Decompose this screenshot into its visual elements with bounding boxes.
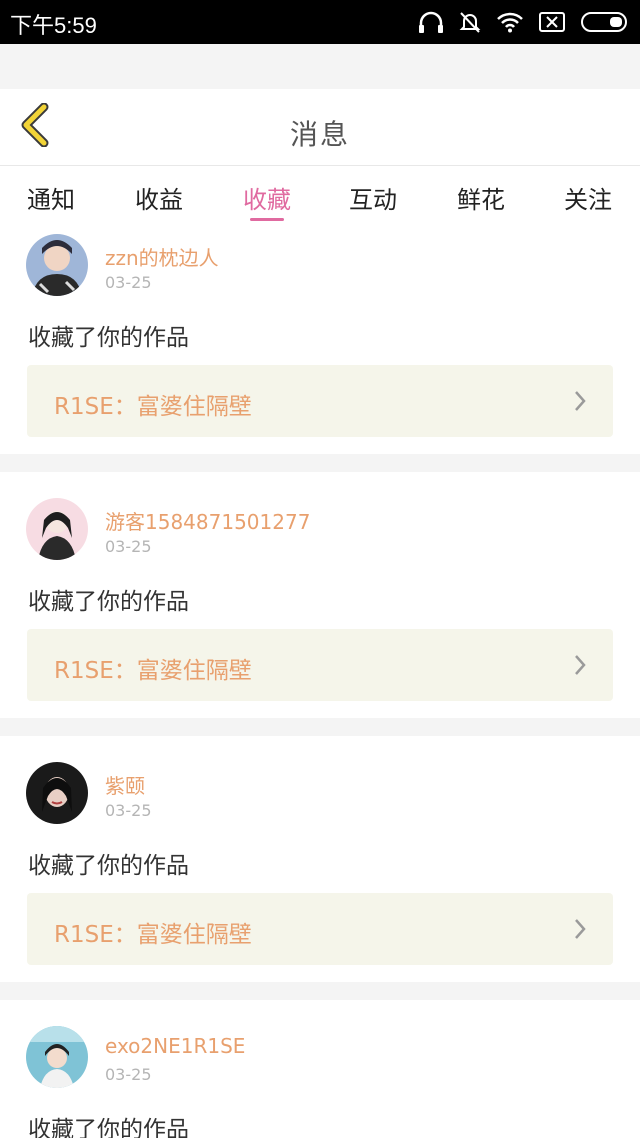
username[interactable]: exo2NE1R1SE: [105, 1034, 245, 1058]
date: 03-25: [105, 537, 152, 556]
date: 03-25: [105, 273, 152, 292]
username[interactable]: 紫颐: [105, 770, 145, 799]
notification-card: zzn的枕边人 03-25 收藏了你的作品 R1SE：富婆住隔壁: [0, 232, 640, 454]
tab-favorites[interactable]: 收藏: [222, 180, 312, 220]
avatar[interactable]: [26, 234, 88, 296]
action-text: 收藏了你的作品: [28, 589, 189, 615]
tab-earnings[interactable]: 收益: [114, 180, 204, 220]
avatar[interactable]: [26, 762, 88, 824]
notification-card: 紫颐 03-25 收藏了你的作品 R1SE：富婆住隔壁: [0, 736, 640, 982]
avatar[interactable]: [26, 498, 88, 560]
date: 03-25: [105, 1065, 152, 1084]
chevron-right-icon: [573, 917, 587, 945]
sim-off-icon: [538, 11, 566, 33]
tab-bar: 通知 收益 收藏 互动 鲜花 关注: [0, 166, 640, 232]
headphones-icon: [418, 10, 444, 34]
work-link[interactable]: R1SE：富婆住隔壁: [27, 893, 613, 965]
username[interactable]: 游客1584871501277: [105, 506, 310, 535]
bell-off-icon: [458, 10, 482, 34]
work-title: R1SE：富婆住隔壁: [54, 394, 252, 420]
tab-follow[interactable]: 关注: [543, 180, 633, 220]
status-bar: 下午5:59: [0, 0, 640, 44]
status-icons: [404, 8, 630, 36]
action-text: 收藏了你的作品: [28, 853, 189, 879]
status-time: 下午5:59: [10, 13, 97, 38]
notification-card: exo2NE1R1SE 03-25 收藏了你的作品: [0, 1000, 640, 1138]
action-text: 收藏了你的作品: [28, 1117, 189, 1138]
active-tab-indicator: [250, 218, 284, 221]
work-title: R1SE：富婆住隔壁: [54, 658, 252, 684]
header: 消息: [0, 89, 640, 166]
tab-notice[interactable]: 通知: [6, 180, 96, 220]
notification-card: 游客1584871501277 03-25 收藏了你的作品 R1SE：富婆住隔壁: [0, 472, 640, 718]
avatar[interactable]: [26, 1026, 88, 1088]
work-link[interactable]: R1SE：富婆住隔壁: [27, 629, 613, 701]
tab-interaction[interactable]: 互动: [328, 180, 418, 220]
chevron-right-icon: [573, 653, 587, 681]
chevron-right-icon: [573, 389, 587, 417]
action-text: 收藏了你的作品: [28, 325, 189, 351]
top-spacer: [0, 44, 640, 89]
battery-icon: [580, 11, 630, 33]
tab-flowers[interactable]: 鲜花: [436, 180, 526, 220]
work-title: R1SE：富婆住隔壁: [54, 922, 252, 948]
wifi-icon: [496, 11, 524, 33]
work-link[interactable]: R1SE：富婆住隔壁: [27, 365, 613, 437]
username[interactable]: zzn的枕边人: [105, 242, 219, 271]
date: 03-25: [105, 801, 152, 820]
page-title: 消息: [289, 118, 350, 151]
